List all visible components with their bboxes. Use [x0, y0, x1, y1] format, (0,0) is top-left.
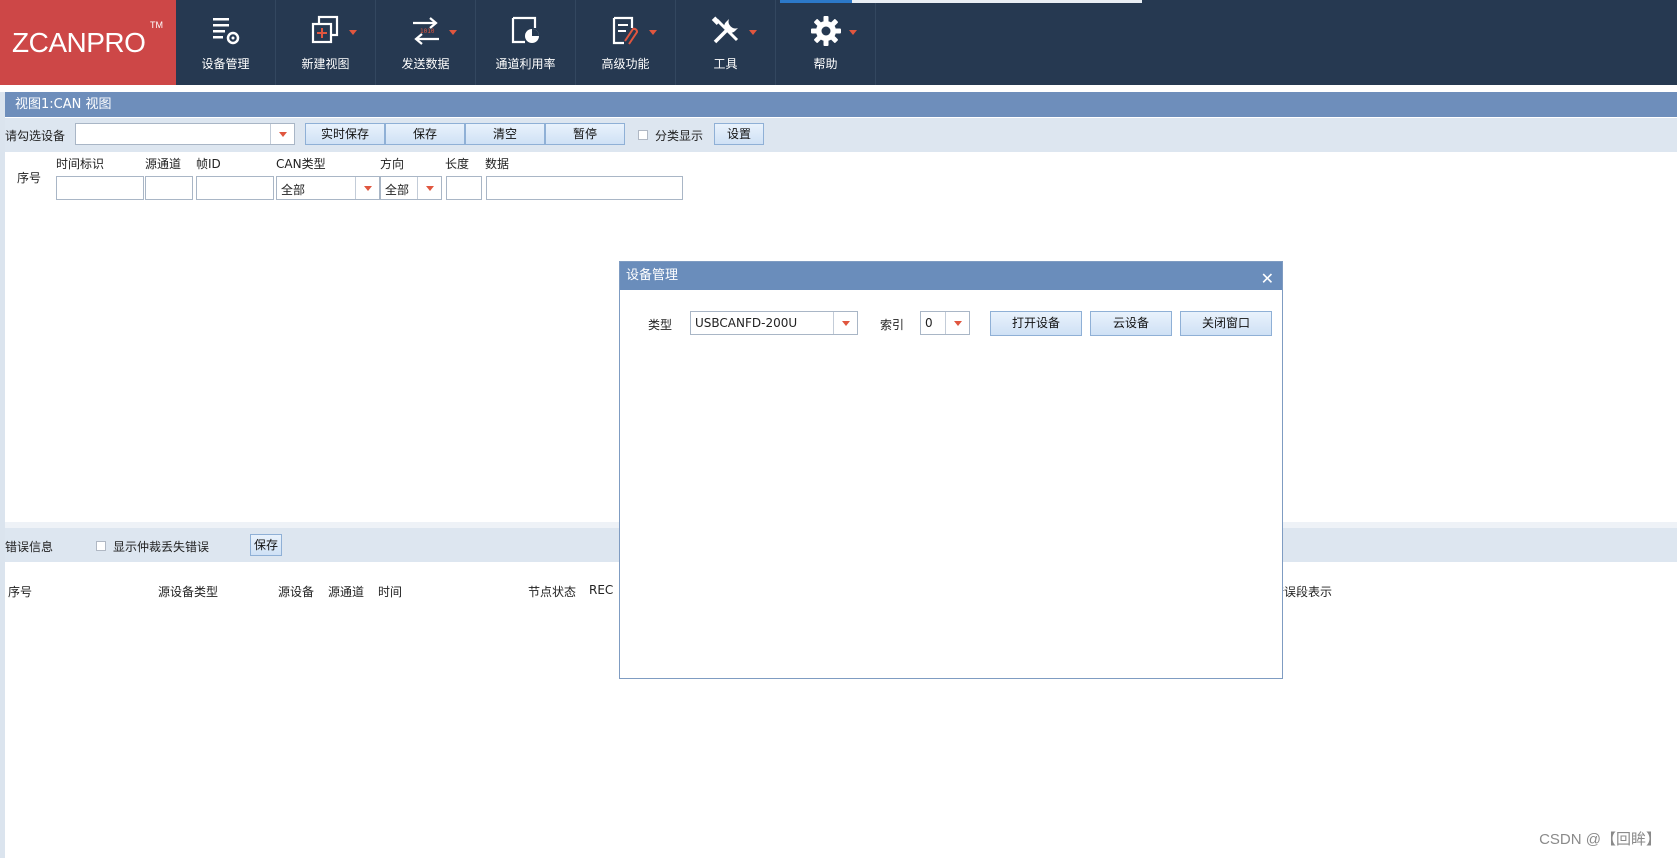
dropdown-arrow-icon[interactable] — [417, 177, 441, 199]
can-type-value: 全部 — [281, 183, 306, 197]
err-col-seq: 序号 — [8, 585, 33, 599]
tools-icon — [709, 14, 757, 48]
toolbar-label: 通道利用率 — [495, 57, 556, 71]
toolbar-device-manage[interactable]: 设备管理 — [176, 0, 276, 85]
col-data: 数据 — [485, 157, 510, 171]
save-button[interactable]: 保存 — [385, 123, 465, 145]
chevron-down-icon — [748, 30, 757, 35]
logo-text: ZCANPRO — [12, 26, 146, 58]
gear-icon — [809, 14, 857, 48]
filter-bar: 请勾选设备 实时保存 保存 清空 暂停 分类显示 设置 — [5, 118, 1677, 152]
show-arb-label: 显示仲裁丢失错误 — [113, 540, 210, 554]
classify-label: 分类显示 — [655, 129, 704, 143]
error-save-button[interactable]: 保存 — [250, 534, 282, 556]
dropdown-arrow-icon[interactable] — [270, 124, 294, 144]
length-filter-input[interactable] — [446, 176, 482, 200]
col-can-type: CAN类型 — [276, 157, 326, 171]
device-type-select[interactable]: USBCANFD-200U — [690, 311, 858, 335]
app-logo: ZCANPRO TM — [0, 0, 176, 85]
timestamp-filter-input[interactable] — [56, 176, 144, 200]
err-col-rec: REC — [589, 583, 614, 597]
device-select[interactable] — [75, 123, 295, 145]
watermark: CSDN @【回眸】 — [1539, 831, 1661, 848]
col-timestamp: 时间标识 — [56, 157, 105, 171]
realtime-save-button[interactable]: 实时保存 — [305, 123, 385, 145]
toolbar-label: 新建视图 — [301, 57, 350, 71]
cloud-device-button[interactable]: 云设备 — [1090, 311, 1172, 336]
toolbar-channel-usage[interactable]: 通道利用率 — [476, 0, 576, 85]
col-length: 长度 — [445, 157, 470, 171]
device-index-value: 0 — [925, 316, 933, 330]
select-device-label: 请勾选设备 — [5, 129, 66, 143]
frame-id-filter-input[interactable] — [196, 176, 274, 200]
err-col-source-device-type: 源设备类型 — [158, 585, 219, 599]
source-channel-filter-input[interactable] — [145, 176, 193, 200]
toolbar-label: 设备管理 — [201, 57, 250, 71]
dropdown-arrow-icon[interactable] — [945, 312, 969, 334]
device-management-dialog: 设备管理 ✕ 类型 USBCANFD-200U 索引 0 打开设备 云设备 关闭… — [619, 261, 1283, 679]
err-col-source-channel: 源通道 — [328, 585, 365, 599]
clear-button[interactable]: 清空 — [465, 123, 545, 145]
toolbar-send-data[interactable]: 1010 发送数据 — [376, 0, 476, 85]
err-col-node-state: 节点状态 — [528, 585, 577, 599]
col-direction: 方向 — [380, 157, 405, 171]
logo-trademark: TM — [150, 20, 163, 30]
toolbar-label: 高级功能 — [601, 57, 650, 71]
dialog-title: 设备管理 — [626, 268, 679, 283]
svg-text:1010: 1010 — [420, 28, 435, 35]
new-view-icon — [309, 14, 357, 48]
device-index-select[interactable]: 0 — [920, 311, 970, 335]
data-filter-input[interactable] — [486, 176, 683, 200]
settings-button[interactable]: 设置 — [714, 123, 764, 145]
err-col-time: 时间 — [378, 585, 403, 599]
toolbar-help[interactable]: 帮助 — [776, 0, 876, 85]
title-bar-accent — [780, 0, 852, 3]
close-icon[interactable]: ✕ — [1261, 265, 1274, 293]
chevron-down-icon — [848, 30, 857, 35]
chevron-down-icon — [348, 30, 357, 35]
chevron-down-icon — [648, 30, 657, 35]
classify-checkbox[interactable] — [638, 130, 648, 140]
error-info-label: 错误信息 — [5, 540, 54, 554]
dropdown-arrow-icon[interactable] — [833, 312, 857, 334]
dropdown-arrow-icon[interactable] — [355, 177, 379, 199]
col-source-channel: 源通道 — [145, 157, 182, 171]
chevron-down-icon — [448, 30, 457, 35]
col-seq: 序号 — [17, 171, 42, 185]
channel-usage-icon — [509, 14, 543, 48]
pause-button[interactable]: 暂停 — [545, 123, 625, 145]
close-window-button[interactable]: 关闭窗口 — [1180, 311, 1272, 336]
toolbar-label: 帮助 — [813, 57, 838, 71]
direction-filter-select[interactable]: 全部 — [380, 176, 442, 200]
toolbar-advanced[interactable]: 高级功能 — [576, 0, 676, 85]
dialog-title-bar[interactable]: 设备管理 ✕ — [620, 262, 1282, 290]
err-col-source-device: 源设备 — [278, 585, 315, 599]
toolbar-label: 发送数据 — [401, 57, 450, 71]
device-manage-icon — [209, 14, 243, 48]
view-title: 视图1:CAN 视图 — [5, 92, 1677, 117]
toolbar-label: 工具 — [713, 57, 738, 71]
col-frame-id: 帧ID — [196, 157, 221, 171]
can-type-filter-select[interactable]: 全部 — [276, 176, 380, 200]
main-toolbar: ZCANPRO TM 设备管理 新建视图 1010 发送数据 通道利用率 高级功… — [0, 0, 1677, 85]
title-bar-strip — [852, 0, 1142, 3]
show-arb-checkbox[interactable] — [96, 541, 106, 551]
direction-value: 全部 — [385, 183, 410, 197]
toolbar-new-view[interactable]: 新建视图 — [276, 0, 376, 85]
send-data-icon: 1010 — [409, 14, 457, 48]
type-label: 类型 — [648, 318, 673, 332]
open-device-button[interactable]: 打开设备 — [990, 311, 1082, 336]
device-type-value: USBCANFD-200U — [695, 316, 798, 330]
toolbar-tools[interactable]: 工具 — [676, 0, 776, 85]
index-label: 索引 — [880, 318, 905, 332]
advanced-icon — [609, 14, 657, 48]
